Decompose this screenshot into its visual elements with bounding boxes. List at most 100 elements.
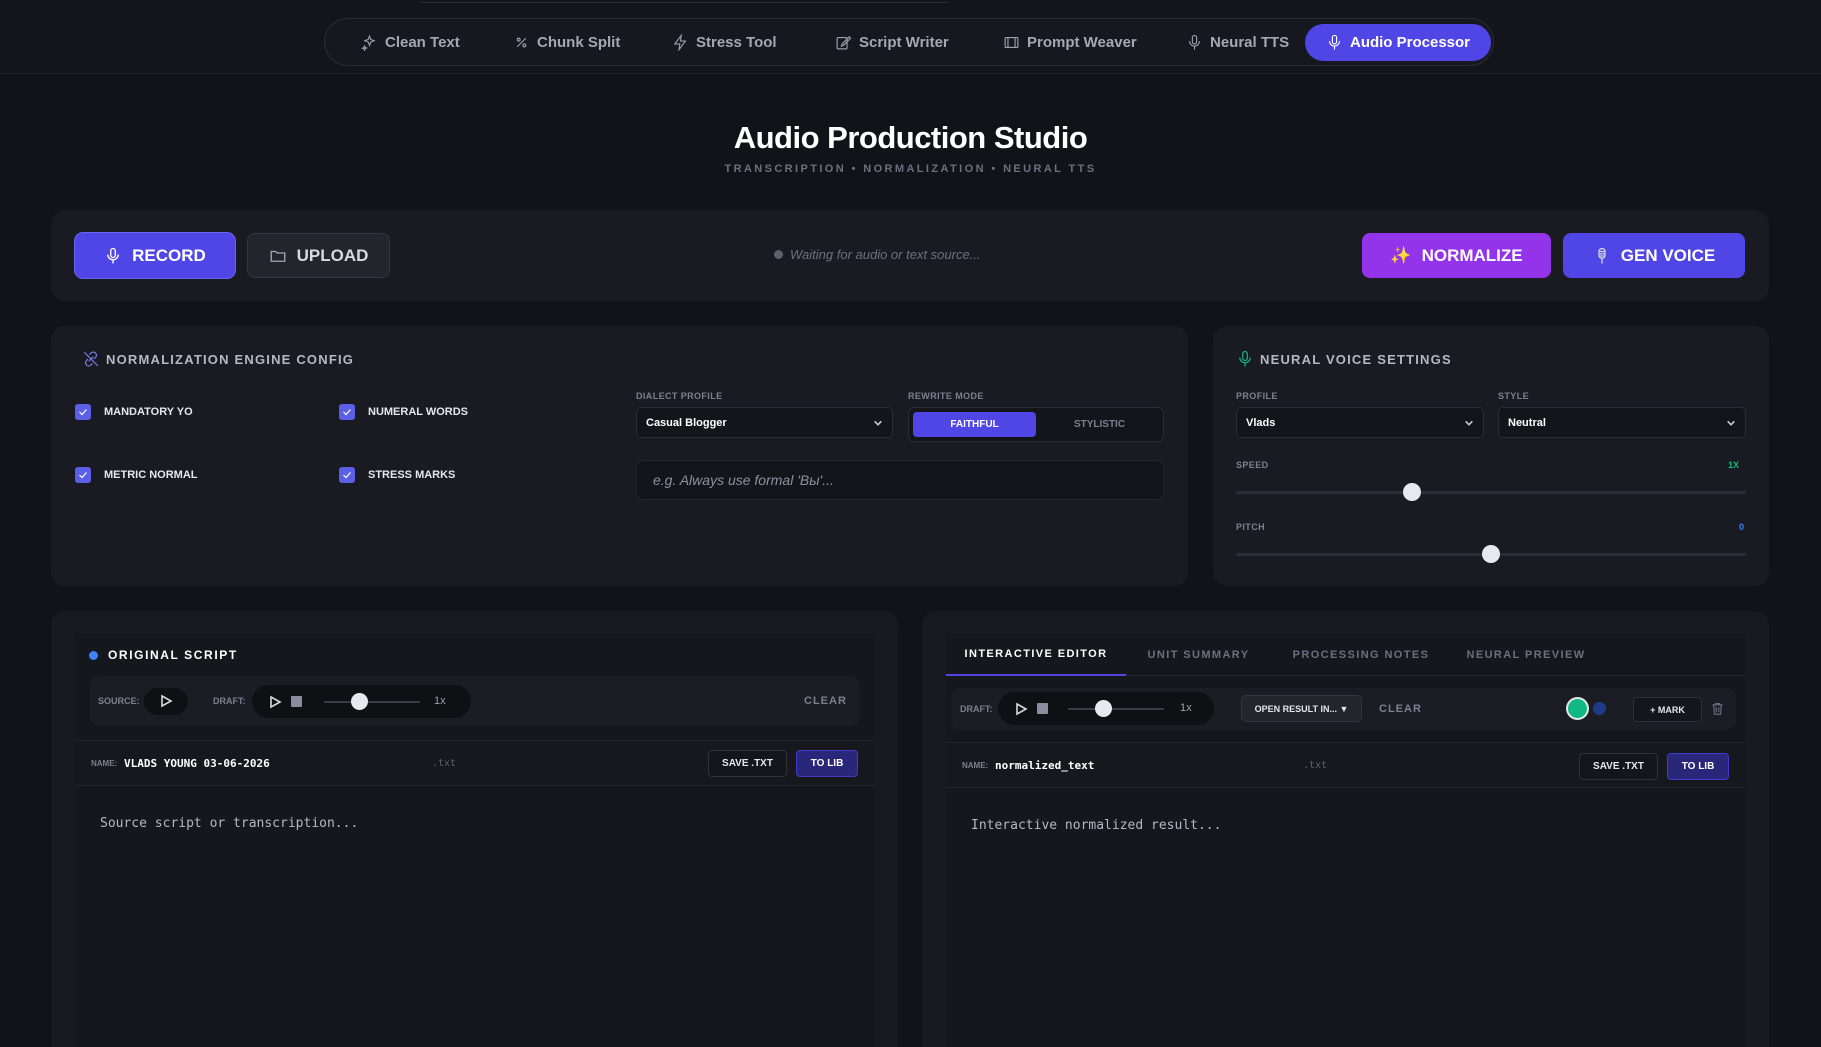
tab-neural-preview[interactable]: NEURAL PREVIEW — [1451, 634, 1601, 676]
dialect-profile-select[interactable]: Casual Blogger — [636, 407, 893, 438]
chevron-down-icon — [873, 418, 883, 428]
gen-voice-button[interactable]: GEN VOICE — [1563, 233, 1745, 278]
mark-color-blue[interactable] — [1593, 702, 1606, 715]
draft-seek-thumb[interactable] — [351, 693, 368, 710]
to-lib-button[interactable]: TO LIB — [1667, 753, 1729, 780]
add-mark-button[interactable]: + MARK — [1633, 697, 1702, 722]
result-textarea[interactable]: Interactive normalized result... — [971, 818, 1221, 833]
mic-icon — [1326, 34, 1343, 51]
tab-prompt-weaver[interactable]: Prompt Weaver — [989, 24, 1151, 61]
record-label: RECORD — [132, 245, 206, 265]
stress-marks-checkbox[interactable]: STRESS MARKS — [339, 467, 455, 483]
open-result-dropdown[interactable]: OPEN RESULT IN... ▼ — [1241, 695, 1362, 722]
draft-seek-thumb[interactable] — [1095, 700, 1112, 717]
pitch-slider[interactable] — [1236, 544, 1746, 564]
original-script-panel: ORIGINAL SCRIPT SOURCE: DRAFT: 1x CLEAR … — [51, 611, 898, 1047]
original-toolbar: SOURCE: DRAFT: 1x CLEAR — [90, 676, 860, 726]
tab-unit-summary[interactable]: UNIT SUMMARY — [1126, 634, 1271, 676]
chevron-down-icon — [1726, 418, 1736, 428]
tab-stress-tool[interactable]: Stress Tool — [658, 24, 791, 61]
checkbox-label: NUMERAL WORDS — [368, 406, 469, 418]
split-icon — [513, 34, 530, 51]
result-panel: INTERACTIVE EDITOR UNIT SUMMARY PROCESSI… — [922, 611, 1769, 1047]
result-editor: INTERACTIVE EDITOR UNIT SUMMARY PROCESSI… — [946, 634, 1746, 1047]
pitch-value: 0 — [1739, 522, 1745, 532]
draft-label: DRAFT: — [960, 704, 993, 714]
editor-title: ORIGINAL SCRIPT — [108, 648, 238, 662]
page-title: Audio Production Studio — [733, 120, 1088, 155]
rewrite-stylistic-option[interactable]: STYLISTIC — [1040, 412, 1159, 437]
checkbox-label: METRIC NORMAL — [104, 469, 198, 481]
trash-icon[interactable] — [1710, 701, 1725, 716]
normalize-label: NORMALIZE — [1421, 245, 1523, 265]
tab-script-writer[interactable]: Script Writer — [821, 24, 963, 61]
tab-neural-tts[interactable]: Neural TTS — [1172, 24, 1303, 61]
tab-chunk-split[interactable]: Chunk Split — [499, 24, 634, 61]
slider-thumb[interactable] — [1403, 483, 1421, 501]
top-nav-bar: Clean Text Chunk Split Stress Tool Scrip… — [0, 0, 1821, 74]
tool-switcher: Clean Text Chunk Split Stress Tool Scrip… — [324, 18, 1494, 66]
checkbox-label: STRESS MARKS — [368, 469, 456, 481]
filename-input[interactable]: normalized_text — [995, 759, 1094, 772]
clear-button[interactable]: CLEAR — [1379, 703, 1422, 715]
stop-icon[interactable] — [1037, 703, 1048, 714]
draft-seek-track[interactable] — [1068, 708, 1164, 710]
checkbox-label: MANDATORY YO — [104, 406, 193, 418]
speed-value: 1X — [1728, 460, 1740, 470]
link-off-icon — [82, 350, 100, 368]
dialect-profile-label: DIALECT PROFILE — [636, 391, 723, 401]
playback-rate[interactable]: 1x — [434, 695, 446, 707]
source-textarea[interactable]: Source script or transcription... — [100, 816, 358, 831]
rewrite-faithful-option[interactable]: FAITHFUL — [913, 412, 1036, 437]
play-icon[interactable] — [268, 695, 282, 709]
sparkles-icon: ✨ — [1390, 245, 1412, 265]
stop-icon[interactable] — [291, 696, 302, 707]
filename-input[interactable]: VLADS YOUNG 03-06-2026 — [124, 757, 270, 770]
tab-interactive-editor[interactable]: INTERACTIVE EDITOR — [946, 634, 1126, 676]
source-play-button[interactable] — [144, 688, 188, 715]
speed-slider[interactable] — [1236, 482, 1746, 502]
mandatory-yo-checkbox[interactable]: MANDATORY YO — [75, 404, 193, 420]
rewrite-mode-toggle: FAITHFUL STYLISTIC — [908, 407, 1164, 442]
metric-normal-checkbox[interactable]: METRIC NORMAL — [75, 467, 198, 483]
chevron-down-icon — [1464, 418, 1474, 428]
mark-color-green[interactable] — [1568, 699, 1587, 718]
indicator-dot — [89, 650, 98, 660]
style-select[interactable]: Neutral — [1498, 407, 1746, 438]
mic-icon — [1236, 350, 1254, 368]
filename-row: NAME: VLADS YOUNG 03-06-2026 .txt SAVE .… — [75, 740, 875, 786]
slider-track — [1236, 491, 1746, 494]
playback-rate[interactable]: 1x — [1180, 702, 1192, 714]
tab-label: Audio Processor — [1349, 34, 1471, 51]
record-button[interactable]: RECORD — [75, 233, 235, 278]
numeral-words-checkbox[interactable]: NUMERAL WORDS — [339, 404, 468, 420]
tab-label: Stress Tool — [696, 34, 777, 51]
draft-seek-track[interactable] — [324, 701, 420, 703]
folder-icon — [269, 247, 287, 265]
normalization-config-panel: NORMALIZATION ENGINE CONFIG MANDATORY YO… — [51, 326, 1188, 586]
tab-label: Chunk Split — [537, 34, 621, 51]
play-icon — [161, 694, 173, 708]
profile-select[interactable]: Vlads — [1236, 407, 1484, 438]
to-lib-button[interactable]: TO LIB — [796, 750, 858, 777]
save-txt-button[interactable]: SAVE .TXT — [1579, 753, 1658, 780]
file-extension: .txt — [1303, 760, 1328, 771]
checkbox-checked — [339, 467, 355, 483]
tab-processing-notes[interactable]: PROCESSING NOTES — [1271, 634, 1451, 676]
draft-player: 1x — [252, 685, 471, 718]
tab-label: Prompt Weaver — [1027, 34, 1137, 51]
save-txt-button[interactable]: SAVE .TXT — [708, 750, 787, 777]
panel-header: NORMALIZATION ENGINE CONFIG — [82, 350, 354, 368]
mic-icon — [104, 247, 122, 265]
select-value: Casual Blogger — [646, 416, 727, 429]
clear-button[interactable]: CLEAR — [804, 695, 847, 707]
slider-thumb[interactable] — [1482, 545, 1500, 563]
rewrite-mode-label: REWRITE MODE — [908, 391, 984, 401]
normalize-button[interactable]: ✨ NORMALIZE — [1362, 233, 1551, 278]
play-icon[interactable] — [1014, 702, 1028, 716]
instruction-input[interactable]: e.g. Always use formal 'Вы'... — [636, 460, 1164, 500]
tab-audio-processor[interactable]: Audio Processor — [1305, 24, 1491, 61]
upload-button[interactable]: UPLOAD — [247, 233, 390, 278]
tab-clean-text[interactable]: Clean Text — [347, 24, 474, 61]
select-value: Neutral — [1508, 416, 1546, 429]
